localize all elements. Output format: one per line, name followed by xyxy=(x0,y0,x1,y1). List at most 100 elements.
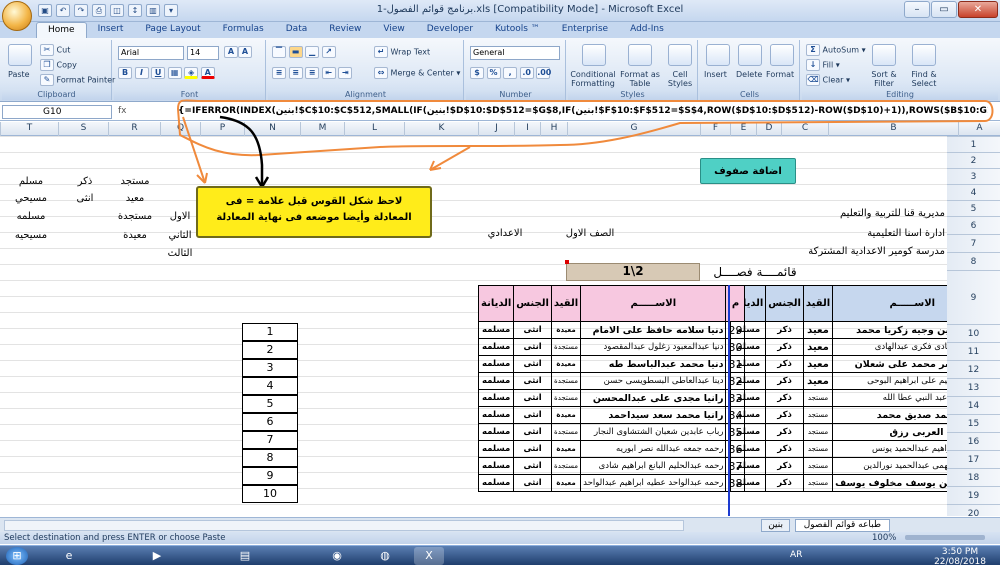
table-cell-status[interactable]: مستجدة xyxy=(550,457,582,475)
merge-center-button[interactable]: ⇔ Merge & Center ▾ xyxy=(374,67,460,79)
table-cell-name[interactable]: دنيا عبدالمعبود زغلول عبدالمقصود xyxy=(580,338,727,356)
conditional-formatting-button[interactable]: Conditional Formatting xyxy=(570,70,616,88)
table-cell-status[interactable]: مستجد xyxy=(802,457,834,475)
table-cell-gender[interactable]: ذكر xyxy=(765,423,804,441)
insert-cells-icon[interactable] xyxy=(706,44,730,66)
table-cell-name[interactable]: سيف ياسر محمد على شعلان xyxy=(832,355,947,373)
orientation-icon[interactable]: ↗ xyxy=(321,46,336,58)
table-cell-status[interactable]: مستجدة xyxy=(550,389,582,407)
indent-decrease-icon[interactable]: ⇤ xyxy=(321,67,336,79)
table-cell-name[interactable]: طه محمد العربى رزق xyxy=(832,423,947,441)
table-cell-status[interactable]: معيد xyxy=(802,321,834,339)
table-cell-status[interactable]: مستجد xyxy=(802,423,834,441)
delete-cells-icon[interactable] xyxy=(738,44,762,66)
table-cell-religion[interactable]: مسلمه xyxy=(477,440,515,458)
format-painter-button[interactable]: ✎ Format Painter xyxy=(40,74,115,86)
table-cell-name[interactable]: رانيا مجدى على عبدالمحسن xyxy=(580,389,727,407)
office-button[interactable] xyxy=(2,1,32,31)
format-table-button[interactable]: Format as Table xyxy=(620,70,660,88)
o-column-cell[interactable]: 7 xyxy=(242,431,298,449)
table-cell-name[interactable]: سيف الدين وجيه زكريا محمد xyxy=(832,321,947,339)
tab-developer[interactable]: Developer xyxy=(416,22,484,38)
table-cell-status[interactable]: معيدة xyxy=(550,355,582,373)
table-cell-religion[interactable]: مسلمه xyxy=(477,338,515,356)
close-button[interactable]: ✕ xyxy=(958,1,998,18)
table-cell-gender[interactable]: انثى xyxy=(513,474,552,492)
redo-icon[interactable]: ↷ xyxy=(74,4,88,17)
zoom-level[interactable]: 100% xyxy=(872,532,896,544)
table-cell-religion[interactable]: مسلمه xyxy=(477,389,515,407)
clear-button[interactable]: ⌫ Clear ▾ xyxy=(806,74,850,86)
autosum-button[interactable]: Σ AutoSum ▾ xyxy=(806,44,866,56)
o-column-cell[interactable]: 9 xyxy=(242,467,298,485)
conditional-formatting-icon[interactable] xyxy=(582,44,606,66)
align-middle-icon[interactable]: ▬ xyxy=(288,46,303,58)
align-left-icon[interactable]: ≡ xyxy=(272,67,286,79)
percent-icon[interactable]: % xyxy=(486,67,501,79)
sheet-tab-print[interactable]: طباعه قوائم الفصول xyxy=(794,519,890,532)
table-cell-name[interactable]: عبدالدين ابراهيم عبدالحميد يونس xyxy=(832,440,947,458)
player-icon[interactable]: ◉ xyxy=(322,547,352,565)
table-cell-gender[interactable]: انثى xyxy=(513,338,552,356)
align-center-icon[interactable]: ≡ xyxy=(288,67,303,79)
tab-add-ins[interactable]: Add-Ins xyxy=(619,22,675,38)
sort-filter-button[interactable]: Sort & Filter xyxy=(864,70,904,88)
border-icon[interactable]: ▦ xyxy=(167,67,182,79)
table-cell-gender[interactable]: ذكر xyxy=(765,457,804,475)
table-cell-status[interactable]: معيدة xyxy=(550,321,582,339)
table-cell-gender[interactable]: انثى xyxy=(513,423,552,441)
table-cell-name[interactable]: رحمه عبدالحليم البانع ابراهيم شادى xyxy=(580,457,727,475)
o-column-cell[interactable]: 5 xyxy=(242,395,298,413)
table-cell-name[interactable]: رحمه عبدالواحد عطيه ابراهيم عبدالواحد xyxy=(580,474,727,492)
table-cell-gender[interactable]: ذكر xyxy=(765,406,804,424)
language-indicator[interactable]: AR xyxy=(790,550,802,560)
table-cell-status[interactable]: مستجدة xyxy=(550,338,582,356)
row-header[interactable]: 12 xyxy=(947,360,1000,378)
format-cells-button[interactable]: Format xyxy=(766,70,794,79)
table-cell-gender[interactable]: ذكر xyxy=(765,338,804,356)
tab-enterprise[interactable]: Enterprise xyxy=(551,22,619,38)
table-cell-gender[interactable]: ذكر xyxy=(765,321,804,339)
table-cell-status[interactable]: معيد xyxy=(802,355,834,373)
minimize-button[interactable]: – xyxy=(904,1,930,18)
table-cell-gender[interactable]: انثى xyxy=(513,440,552,458)
copy-button[interactable]: ❐ Copy xyxy=(40,59,77,71)
table-cell-gender[interactable]: ذكر xyxy=(765,474,804,492)
o-column-cell[interactable]: 8 xyxy=(242,449,298,467)
table-cell-name[interactable]: سيف عبدالهادى فكرى عبدالهادى xyxy=(832,338,947,356)
maximize-button[interactable]: ▭ xyxy=(931,1,957,18)
table-cell-religion[interactable]: مسلمه xyxy=(477,423,515,441)
cell-styles-icon[interactable] xyxy=(668,44,692,66)
table-cell-gender[interactable]: انثى xyxy=(513,406,552,424)
table-cell-status[interactable]: معيدة xyxy=(550,440,582,458)
align-bottom-icon[interactable]: ▁ xyxy=(305,46,320,58)
table-cell-status[interactable]: مستجد xyxy=(802,440,834,458)
font-name-select[interactable]: Arial xyxy=(118,46,184,60)
align-right-icon[interactable]: ≡ xyxy=(305,67,320,79)
tab-data[interactable]: Data xyxy=(275,22,319,38)
table-cell-name[interactable]: دينا عبدالعاطى البسطويسى حسن xyxy=(580,372,727,390)
insert-cells-button[interactable]: Insert xyxy=(704,70,727,79)
table-cell-gender[interactable]: انثى xyxy=(513,372,552,390)
o-column-cell[interactable]: 6 xyxy=(242,413,298,431)
sort-icon[interactable]: ↕ xyxy=(128,4,142,17)
wrap-text-button[interactable]: ↵ Wrap Text xyxy=(374,46,430,58)
sort-filter-icon[interactable] xyxy=(872,44,896,66)
table-cell-gender[interactable]: انثى xyxy=(513,457,552,475)
cut-button[interactable]: ✂ Cut xyxy=(40,44,70,56)
o-column-cell[interactable]: 10 xyxy=(242,485,298,503)
table-cell-gender[interactable]: ذكر xyxy=(765,355,804,373)
chart-icon[interactable]: ▥ xyxy=(146,4,160,17)
tab-insert[interactable]: Insert xyxy=(87,22,135,38)
table-cell-status[interactable]: مستجدة xyxy=(550,372,582,390)
tab-page-layout[interactable]: Page Layout xyxy=(134,22,211,38)
format-cells-icon[interactable] xyxy=(770,44,794,66)
row-header[interactable]: 13 xyxy=(947,378,1000,396)
row-header[interactable]: 18 xyxy=(947,468,1000,486)
customize-qat-icon[interactable]: ▾ xyxy=(164,4,178,17)
table-cell-gender[interactable]: ذكر xyxy=(765,372,804,390)
table-cell-gender[interactable]: ذكر xyxy=(765,389,804,407)
zoom-slider[interactable] xyxy=(905,535,985,540)
font-grow-icon[interactable]: AA xyxy=(224,46,252,58)
table-cell-name[interactable]: دنيا محمد عبدالباسط طه xyxy=(580,355,727,373)
